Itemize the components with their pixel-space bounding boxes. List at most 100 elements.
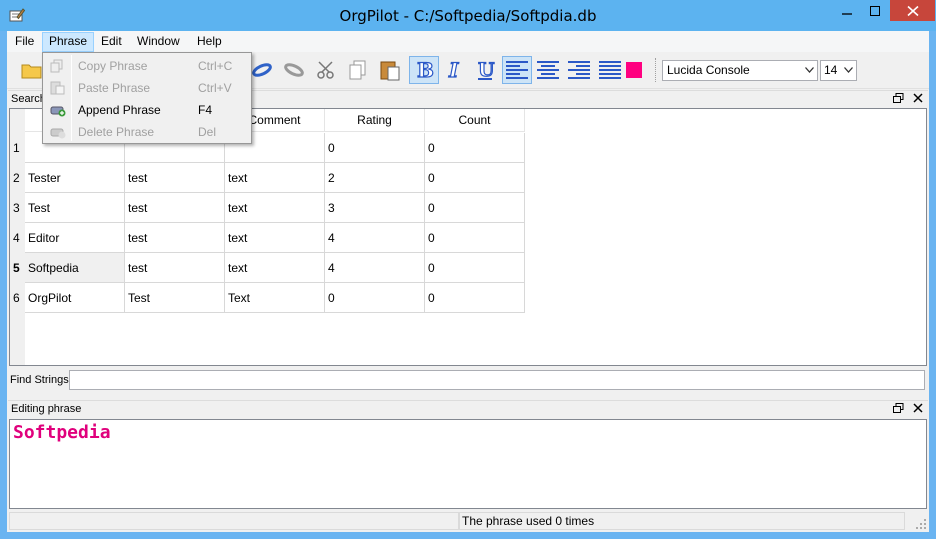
menu-edit[interactable]: Edit (95, 32, 128, 52)
row-number[interactable]: 3 (10, 193, 25, 223)
table-cell[interactable]: 2 (325, 163, 425, 193)
table-cell[interactable]: Editor (25, 223, 125, 253)
svg-text:B: B (417, 59, 434, 81)
close-icon[interactable] (913, 403, 924, 414)
align-left-button[interactable] (502, 56, 532, 84)
column-header-rating[interactable]: Rating (325, 109, 425, 132)
column-header-count[interactable]: Count (425, 109, 525, 132)
menu-item-paste-phrase[interactable]: Paste Phrase Ctrl+V (45, 77, 249, 99)
close-icon[interactable] (913, 93, 924, 104)
table-cell[interactable]: Test (25, 193, 125, 223)
table-cell[interactable]: test (125, 193, 225, 223)
status-section (9, 512, 459, 530)
table-cell[interactable]: text (225, 163, 325, 193)
row-number[interactable]: 1 (10, 133, 25, 163)
paste-icon (380, 61, 400, 81)
phrase-editor-text[interactable]: Softpedia (13, 422, 111, 443)
italic-icon: I (447, 59, 459, 81)
table-cell[interactable]: 0 (325, 283, 425, 313)
phrase-editor[interactable]: Softpedia (9, 419, 927, 509)
editing-dock-title: Editing phrase (11, 403, 82, 415)
table-cell[interactable]: text (225, 253, 325, 283)
table-cell[interactable]: 0 (425, 133, 525, 163)
menu-file[interactable]: File (9, 32, 40, 52)
menu-item-label: Copy Phrase (78, 59, 148, 73)
window-title: OrgPilot - C:/Softpedia/Softpdia.db (339, 7, 597, 25)
find-strings-label: Find Strings (10, 374, 69, 386)
menu-phrase[interactable]: Phrase (42, 32, 95, 52)
align-center-button[interactable] (533, 56, 563, 84)
bold-button[interactable]: B (409, 56, 439, 84)
menu-item-label: Paste Phrase (78, 81, 151, 95)
table-cell[interactable]: 4 (325, 253, 425, 283)
font-size-value: 14 (824, 63, 838, 77)
unlink-icon (284, 63, 304, 77)
status-bar: The phrase used 0 times (7, 511, 929, 532)
align-left-icon (506, 61, 528, 79)
table-cell[interactable]: test (125, 163, 225, 193)
italic-button[interactable]: I (439, 56, 469, 84)
row-number[interactable]: 4 (10, 223, 25, 253)
menu-item-copy-phrase[interactable]: Copy Phrase Ctrl+C (45, 55, 249, 77)
table-cell[interactable]: 0 (425, 193, 525, 223)
phrase-menu-popup: Copy Phrase Ctrl+C Paste Phrase Ctrl+V A… (42, 52, 252, 144)
font-family-select[interactable]: Lucida Console (662, 60, 818, 81)
float-icon[interactable] (892, 93, 904, 104)
table-cell[interactable]: 0 (325, 133, 425, 163)
unlink-button[interactable] (279, 56, 309, 84)
table-cell[interactable]: test (125, 253, 225, 283)
title-bar[interactable]: OrgPilot - C:/Softpedia/Softpdia.db (0, 0, 936, 31)
menu-item-shortcut: Del (198, 125, 217, 139)
menu-item-delete-phrase[interactable]: Delete Phrase Del (45, 121, 249, 143)
close-icon (906, 5, 919, 16)
align-right-icon (568, 61, 590, 79)
text-color-button[interactable] (619, 56, 649, 84)
copy-icon (50, 59, 63, 73)
editing-dock-header: Editing phrase (8, 400, 928, 417)
copy-button[interactable] (343, 56, 373, 84)
font-family-value: Lucida Console (667, 63, 750, 77)
underline-button[interactable]: U (470, 56, 500, 84)
font-size-select[interactable]: 14 (820, 60, 857, 81)
table-cell[interactable]: Test (125, 283, 225, 313)
minimize-icon (842, 12, 852, 15)
cut-button[interactable] (311, 56, 341, 84)
row-number[interactable]: 2 (10, 163, 25, 193)
table-cell[interactable]: text (225, 223, 325, 253)
table-cell[interactable]: 4 (325, 223, 425, 253)
menu-item-append-phrase[interactable]: Append Phrase F4 (45, 99, 249, 121)
table-cell[interactable]: 0 (425, 283, 525, 313)
row-number[interactable]: 6 (10, 283, 25, 313)
scissors-icon (317, 61, 334, 79)
minimize-button[interactable] (834, 0, 860, 21)
resize-grip-icon[interactable] (915, 518, 927, 530)
table-cell[interactable]: 3 (325, 193, 425, 223)
svg-text:I: I (448, 59, 459, 81)
table-cell[interactable]: 0 (425, 253, 525, 283)
table-cell[interactable]: 0 (425, 223, 525, 253)
table-cell-selected[interactable]: Softpedia (25, 253, 125, 283)
table-cell[interactable]: 0 (425, 163, 525, 193)
close-button[interactable] (890, 0, 935, 21)
chevron-down-icon (805, 67, 814, 73)
paste-button[interactable] (375, 56, 405, 84)
phrase-table[interactable]: Comment Rating Count 1 0 0 2 Tester test… (9, 108, 927, 366)
maximize-icon (870, 5, 880, 16)
row-number[interactable]: 5 (10, 253, 25, 283)
table-cell[interactable]: text (225, 193, 325, 223)
float-icon[interactable] (892, 403, 904, 414)
maximize-button[interactable] (862, 0, 888, 21)
menu-window[interactable]: Window (131, 32, 186, 52)
table-cell[interactable]: Text (225, 283, 325, 313)
find-strings-input[interactable] (69, 370, 925, 390)
toolbar-separator (655, 58, 656, 82)
paste-icon (50, 81, 65, 95)
align-right-button[interactable] (564, 56, 594, 84)
table-cell[interactable]: test (125, 223, 225, 253)
menu-bar: File Phrase Edit Window Help (7, 31, 929, 52)
table-cell[interactable]: OrgPilot (25, 283, 125, 313)
color-swatch-icon (626, 62, 642, 78)
menu-help[interactable]: Help (191, 32, 228, 52)
underline-icon: U (477, 59, 495, 81)
table-cell[interactable]: Tester (25, 163, 125, 193)
